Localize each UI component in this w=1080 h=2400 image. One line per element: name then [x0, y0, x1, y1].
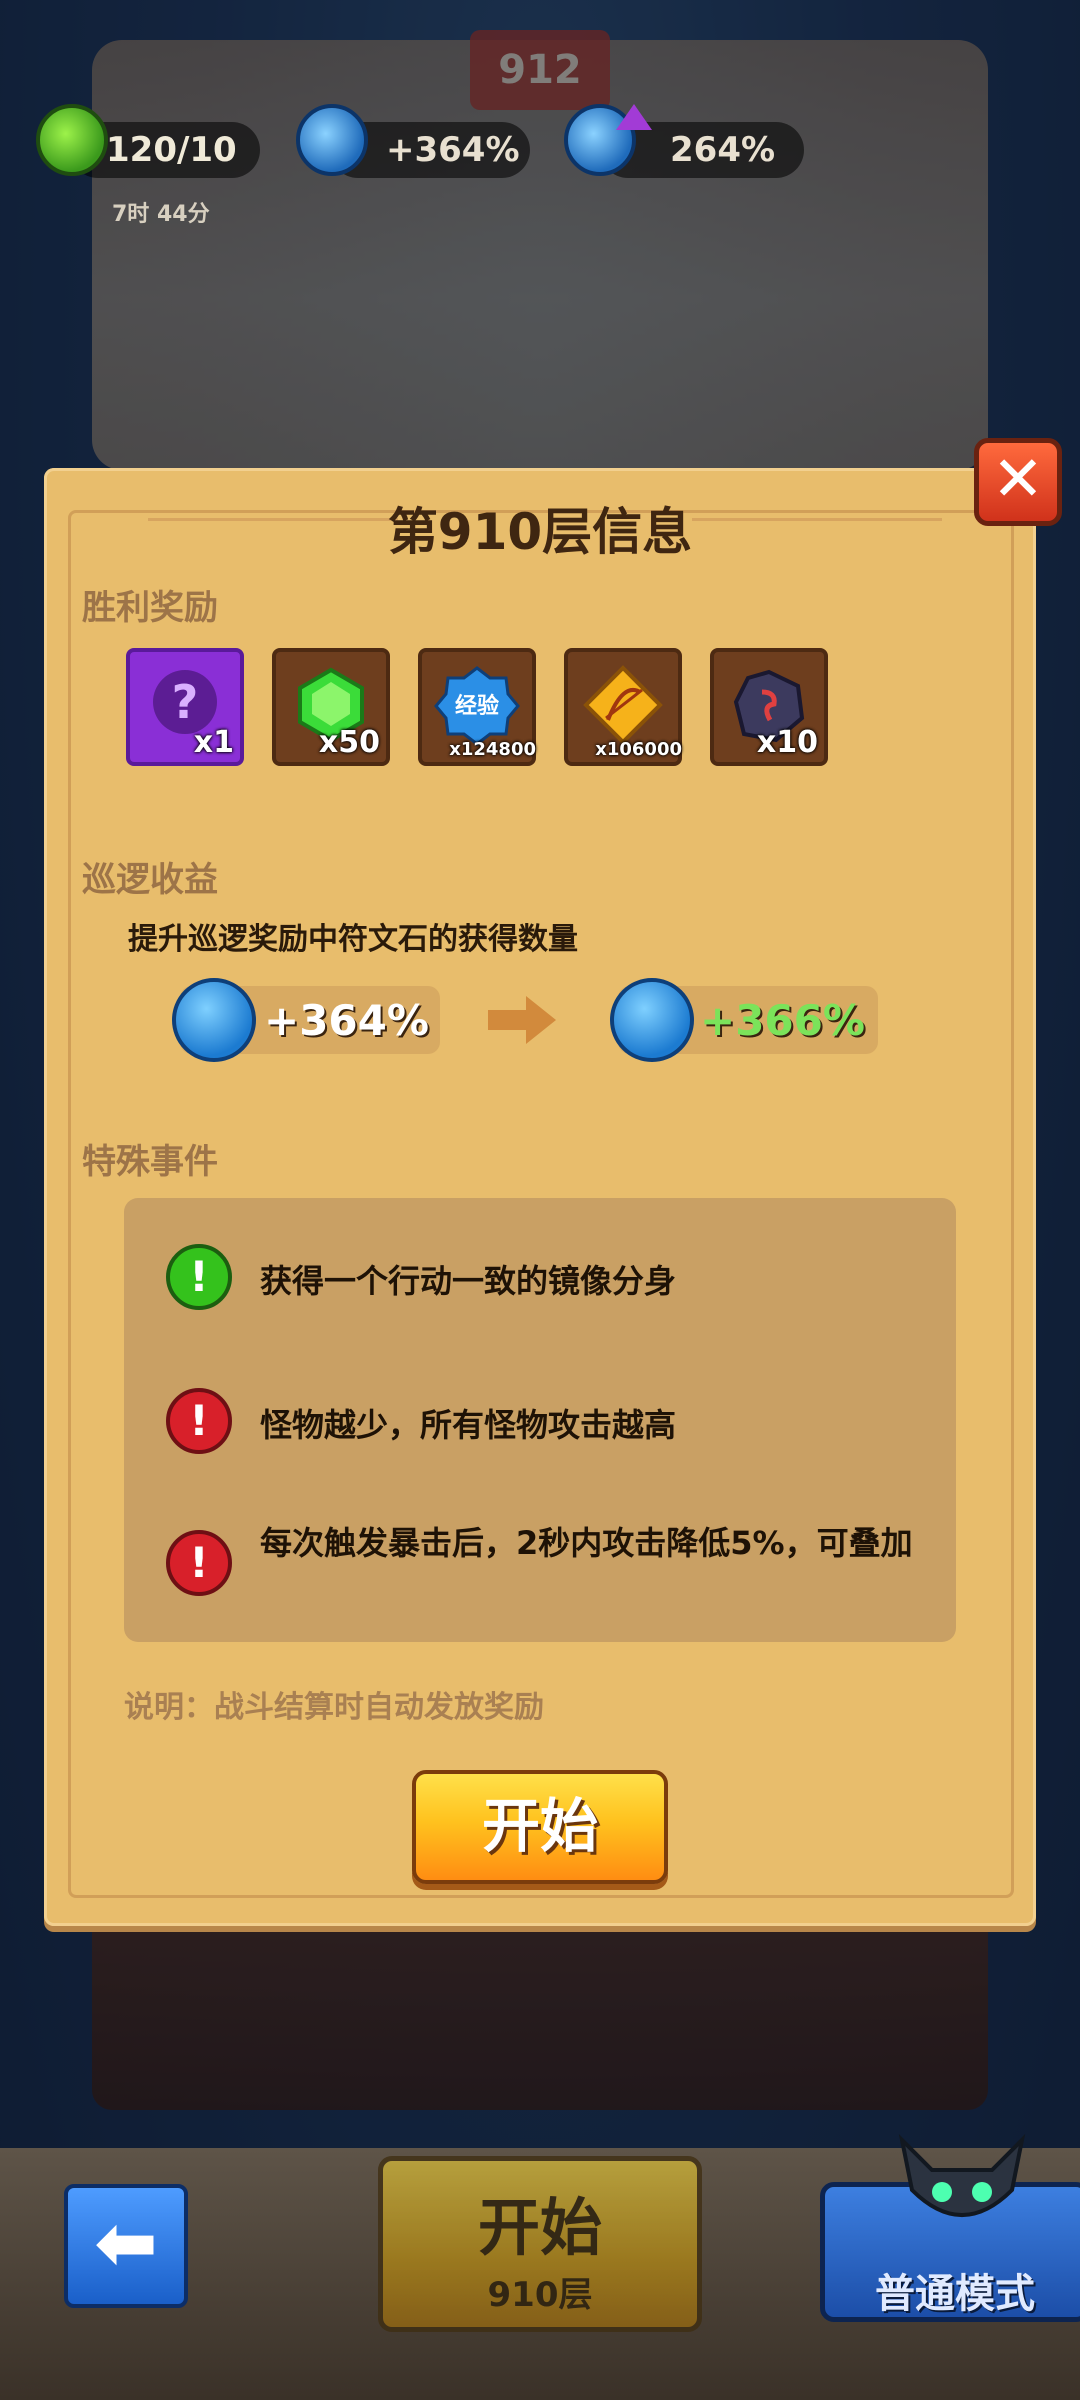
event-text: 获得一个行动一致的镜像分身 — [260, 1262, 677, 1300]
start-button[interactable]: 开始 — [412, 1770, 668, 1884]
mode-label: 普通模式 — [875, 2271, 1035, 2317]
event-text: 怪物越少，所有怪物攻击越高 — [260, 1406, 677, 1444]
special-events-label: 特殊事件 — [82, 1142, 218, 1182]
reward-count: x106000 — [595, 739, 682, 760]
patrol-description: 提升巡逻奖励中符文石的获得数量 — [128, 922, 578, 957]
negative-event-icon: ! — [166, 1530, 232, 1596]
demon-mask-icon — [898, 2133, 1026, 2217]
patrol-next-value: +366% — [700, 996, 865, 1045]
patrol-current-value: +364% — [264, 996, 429, 1045]
bottom-start-label: 开始 — [477, 2191, 602, 2264]
blue-clock-icon — [296, 104, 368, 176]
event-text: 每次触发暴击后，2秒内攻击降低5%，可叠加 — [260, 1524, 913, 1562]
bottom-floor-label: 910层 — [487, 2275, 593, 2315]
patrol-clock-icon — [172, 978, 256, 1062]
positive-event-icon: ! — [166, 1244, 232, 1310]
close-button[interactable]: ✕ — [974, 438, 1062, 526]
rune-bonus-value: 264% — [670, 130, 776, 170]
potion-timer: 7时 44分 — [112, 202, 210, 227]
upgrade-arrow-icon — [616, 104, 652, 130]
negative-event-icon: ! — [166, 1388, 232, 1454]
potion-value: 120/10 — [106, 130, 237, 170]
patrol-label: 巡逻收益 — [82, 860, 218, 900]
reward-item-gem[interactable]: x50 — [272, 648, 390, 766]
reward-item-bow[interactable]: x106000 — [564, 648, 682, 766]
reward-item-mystery[interactable]: ? x1 — [126, 648, 244, 766]
arrow-right-icon — [488, 996, 556, 1044]
reward-item-rune[interactable]: x10 — [710, 648, 828, 766]
reward-count: x10 — [756, 725, 818, 760]
victory-rewards-label: 胜利奖励 — [82, 588, 218, 628]
patrol-clock-icon — [610, 978, 694, 1062]
exp-badge-label: 经验 — [454, 694, 499, 719]
reward-count: x50 — [318, 725, 380, 760]
reward-count: x1 — [193, 725, 234, 760]
patrol-bonus-value: +364% — [386, 130, 520, 170]
panel-title: 第910层信息 — [387, 503, 693, 561]
bottom-start-button[interactable]: 开始 910层 — [378, 2156, 702, 2332]
back-button[interactable]: ⬅ — [64, 2184, 188, 2308]
reward-item-exp[interactable]: 经验 x124800 — [418, 648, 536, 766]
close-x-icon: ✕ — [992, 442, 1044, 515]
reward-count: x124800 — [449, 739, 536, 760]
reward-note: 说明：战斗结算时自动发放奖励 — [124, 1690, 544, 1725]
back-arrow-icon: ⬅ — [94, 2198, 158, 2287]
svg-text:?: ? — [172, 675, 199, 729]
green-potion-icon — [36, 104, 108, 176]
